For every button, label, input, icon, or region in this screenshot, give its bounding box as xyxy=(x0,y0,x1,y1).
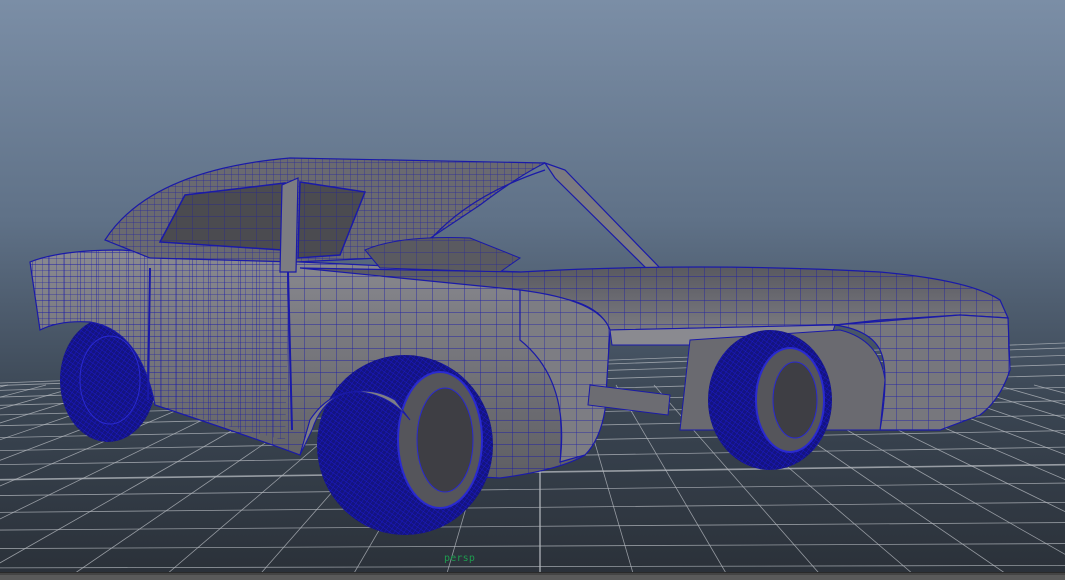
grid-line xyxy=(0,384,9,388)
grid-line xyxy=(0,501,1065,513)
time-slider-strip[interactable] xyxy=(0,572,1065,580)
car-mesh[interactable] xyxy=(29,157,1011,535)
grid-line xyxy=(1033,384,1065,394)
perspective-viewport[interactable]: persp xyxy=(0,0,1065,580)
grid-line xyxy=(0,482,1065,496)
grid-line xyxy=(0,543,1065,549)
a-pillar xyxy=(543,161,662,271)
grid-line xyxy=(0,522,1065,531)
wheel-rear-right[interactable] xyxy=(317,355,493,535)
camera-name-label: persp xyxy=(444,553,476,564)
wheel-front-right[interactable] xyxy=(708,330,832,470)
scene-canvas[interactable] xyxy=(0,0,1065,580)
